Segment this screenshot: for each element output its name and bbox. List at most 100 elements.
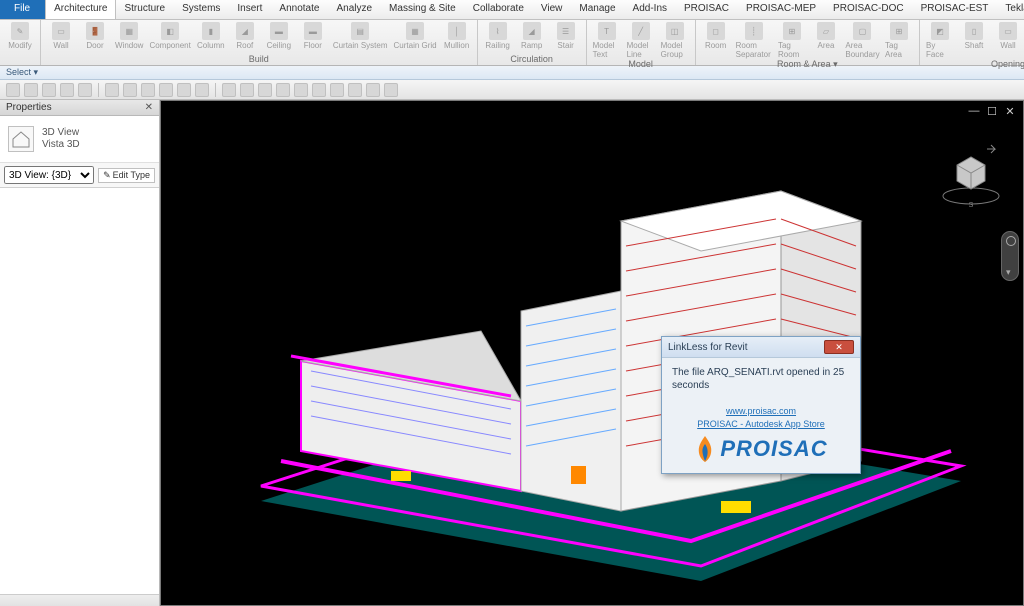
byface-button[interactable]: ◩By Face xyxy=(926,22,954,59)
properties-title: Properties xyxy=(6,102,52,113)
tab-collaborate[interactable]: Collaborate xyxy=(465,0,533,19)
qat-icon[interactable] xyxy=(348,83,362,97)
wall-button[interactable]: ▭Wall xyxy=(47,22,75,50)
model-group-button[interactable]: ◫Model Group xyxy=(661,22,689,59)
tab-insert[interactable]: Insert xyxy=(229,0,271,19)
modify-label: Modify xyxy=(8,41,32,50)
qat-icon[interactable] xyxy=(366,83,380,97)
tab-addins[interactable]: Add-Ins xyxy=(625,0,676,19)
linkless-dialog: LinkLess for Revit ✕ The file ARQ_SENATI… xyxy=(661,336,861,474)
close-icon[interactable]: ✕ xyxy=(145,102,153,113)
tab-systems[interactable]: Systems xyxy=(174,0,229,19)
edit-type-button[interactable]: ✎ Edit Type xyxy=(98,168,155,183)
dialog-message: The file ARQ_SENATI.rvt opened in 25 sec… xyxy=(672,366,850,392)
tab-view[interactable]: View xyxy=(533,0,572,19)
view-selector-dropdown[interactable]: 3D View: {3D} xyxy=(4,166,94,184)
model-line-button[interactable]: ╱Model Line xyxy=(627,22,655,59)
qat-icon[interactable] xyxy=(105,83,119,97)
room-sep-button[interactable]: ┊Room Separator xyxy=(736,22,772,59)
wall-opening-button[interactable]: ▭Wall xyxy=(994,22,1022,50)
qat-icon[interactable] xyxy=(60,83,74,97)
properties-type-selector[interactable]: 3D View Vista 3D xyxy=(0,116,159,163)
navigation-bar[interactable] xyxy=(1001,231,1019,281)
window-button[interactable]: ▦Window xyxy=(115,22,143,50)
qat-icon[interactable] xyxy=(141,83,155,97)
qat-icon[interactable] xyxy=(42,83,56,97)
tab-proisac-est[interactable]: PROISAC-EST xyxy=(913,0,998,19)
tab-proisac-mep[interactable]: PROISAC-MEP xyxy=(738,0,825,19)
area-boundary-button[interactable]: ▢Area Boundary xyxy=(846,22,879,59)
door-label: Door xyxy=(86,41,103,50)
qat-icon[interactable] xyxy=(312,83,326,97)
railing-button[interactable]: ⌇Railing xyxy=(484,22,512,50)
minimize-icon[interactable]: — xyxy=(967,105,981,117)
building-model xyxy=(221,161,1001,591)
ribbon-group-select: ✎Modify xyxy=(0,20,41,65)
qat-icon[interactable] xyxy=(177,83,191,97)
column-label: Column xyxy=(197,41,225,50)
qat-icon[interactable] xyxy=(258,83,272,97)
door-button[interactable]: 🚪Door xyxy=(81,22,109,50)
room-button[interactable]: ◻Room xyxy=(702,22,730,50)
curtain-grid-button[interactable]: ▦Curtain Grid xyxy=(394,22,437,50)
model-text-label: Model Text xyxy=(593,41,621,59)
mullion-button[interactable]: │Mullion xyxy=(443,22,471,50)
qat-icon[interactable] xyxy=(384,83,398,97)
tab-massing-site[interactable]: Massing & Site xyxy=(381,0,465,19)
tab-structure[interactable]: Structure xyxy=(116,0,174,19)
shaft-button[interactable]: ▯Shaft xyxy=(960,22,988,50)
qat-icon[interactable] xyxy=(78,83,92,97)
opening-label: Opening xyxy=(926,59,1024,69)
model-label: Model xyxy=(593,59,689,69)
qat-icon[interactable] xyxy=(123,83,137,97)
qat-icon[interactable] xyxy=(330,83,344,97)
close-viewport-icon[interactable]: ✕ xyxy=(1003,105,1017,117)
proisac-website-link[interactable]: www.proisac.com xyxy=(672,406,850,416)
floor-label: Floor xyxy=(304,41,322,50)
qat-icon[interactable] xyxy=(195,83,209,97)
modify-button[interactable]: ✎Modify xyxy=(6,22,34,50)
room-area-label: Room & Area ▾ xyxy=(702,59,913,70)
qat-icon[interactable] xyxy=(6,83,20,97)
column-button[interactable]: ▮Column xyxy=(197,22,225,50)
floor-button[interactable]: ▬Floor xyxy=(299,22,327,50)
tab-manage[interactable]: Manage xyxy=(571,0,624,19)
dialog-titlebar[interactable]: LinkLess for Revit ✕ xyxy=(662,337,860,358)
tag-area-label: Tag Area xyxy=(885,41,913,59)
area-button[interactable]: ▱Area xyxy=(812,22,840,50)
qat-icon[interactable] xyxy=(294,83,308,97)
ramp-label: Ramp xyxy=(521,41,542,50)
area-label: Area xyxy=(818,41,835,50)
separator-icon xyxy=(215,83,216,97)
proisac-appstore-link[interactable]: PROISAC - Autodesk App Store xyxy=(672,419,850,429)
flame-icon xyxy=(694,435,716,463)
dialog-body: The file ARQ_SENATI.rvt opened in 25 sec… xyxy=(662,358,860,473)
qat-icon[interactable] xyxy=(276,83,290,97)
qat-icon[interactable] xyxy=(159,83,173,97)
tab-tekla[interactable]: Tekla Integration xyxy=(997,0,1024,19)
tab-architecture[interactable]: Architecture xyxy=(45,0,116,19)
viewport-3d[interactable]: — ☐ ✕ S xyxy=(160,100,1024,606)
tab-file[interactable]: File xyxy=(0,0,45,19)
dialog-close-button[interactable]: ✕ xyxy=(824,340,854,354)
curtain-system-button[interactable]: ▤Curtain System xyxy=(333,22,388,50)
circulation-label: Circulation xyxy=(484,54,580,64)
ribbon-group-model: TModel Text ╱Model Line ◫Model Group Mod… xyxy=(587,20,696,65)
ramp-button[interactable]: ◢Ramp xyxy=(518,22,546,50)
tab-proisac[interactable]: PROISAC xyxy=(676,0,738,19)
tag-room-button[interactable]: ⊞Tag Room xyxy=(778,22,806,59)
maximize-icon[interactable]: ☐ xyxy=(985,105,999,117)
qat-icon[interactable] xyxy=(240,83,254,97)
qat-icon[interactable] xyxy=(222,83,236,97)
model-text-button[interactable]: TModel Text xyxy=(593,22,621,59)
tag-area-button[interactable]: ⊞Tag Area xyxy=(885,22,913,59)
edit-icon: ✎ xyxy=(103,170,111,181)
tab-annotate[interactable]: Annotate xyxy=(271,0,328,19)
roof-button[interactable]: ◢Roof xyxy=(231,22,259,50)
tab-analyze[interactable]: Analyze xyxy=(328,0,381,19)
qat-icon[interactable] xyxy=(24,83,38,97)
ceiling-button[interactable]: ▬Ceiling xyxy=(265,22,293,50)
tab-proisac-doc[interactable]: PROISAC-DOC xyxy=(825,0,913,19)
component-button[interactable]: ◧Component xyxy=(149,22,190,50)
stair-button[interactable]: ☰Stair xyxy=(552,22,580,50)
